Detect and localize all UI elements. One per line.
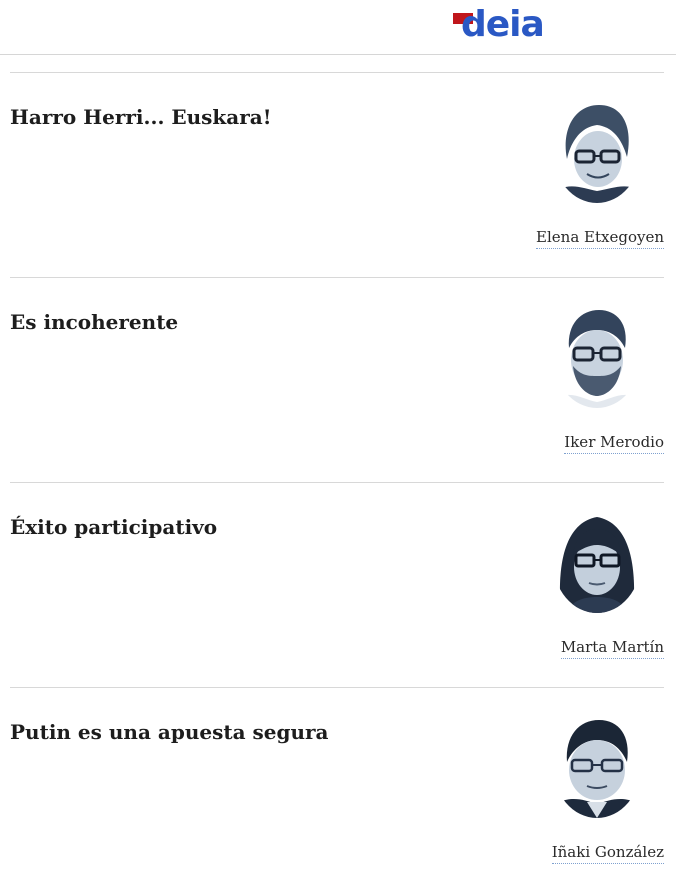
- opinion-list: Harro Herri... Euskara! Elena Etxegoyen …: [10, 72, 664, 892]
- article-headline[interactable]: Putin es una apuesta segura: [10, 719, 510, 745]
- author-avatar[interactable]: [553, 304, 641, 408]
- opinion-article: Putin es una apuesta segura Iñaki Gonzál…: [10, 687, 664, 892]
- article-headline[interactable]: Harro Herri... Euskara!: [10, 104, 510, 130]
- article-headline[interactable]: Es incoherente: [10, 309, 510, 335]
- author-name[interactable]: Iñaki González: [551, 842, 664, 864]
- author-portrait-icon: [553, 99, 641, 203]
- site-header: deia: [0, 0, 676, 55]
- logo-text: deia: [461, 4, 545, 45]
- author-name[interactable]: Iker Merodio: [564, 432, 664, 454]
- author-avatar[interactable]: [553, 714, 641, 818]
- author-name[interactable]: Marta Martín: [560, 637, 664, 659]
- author-avatar[interactable]: [553, 509, 641, 613]
- author-name[interactable]: Elena Etxegoyen: [536, 227, 664, 249]
- opinion-article: Es incoherente Iker Merodio: [10, 277, 664, 482]
- opinion-article: Harro Herri... Euskara! Elena Etxegoyen: [10, 72, 664, 277]
- deia-logo[interactable]: deia: [453, 4, 557, 48]
- article-headline[interactable]: Éxito participativo: [10, 514, 510, 540]
- author-portrait-icon: [553, 509, 641, 613]
- author-avatar[interactable]: [553, 99, 641, 203]
- author-portrait-icon: [553, 304, 641, 408]
- opinion-article: Éxito participativo Marta Martín: [10, 482, 664, 687]
- author-portrait-icon: [553, 714, 641, 818]
